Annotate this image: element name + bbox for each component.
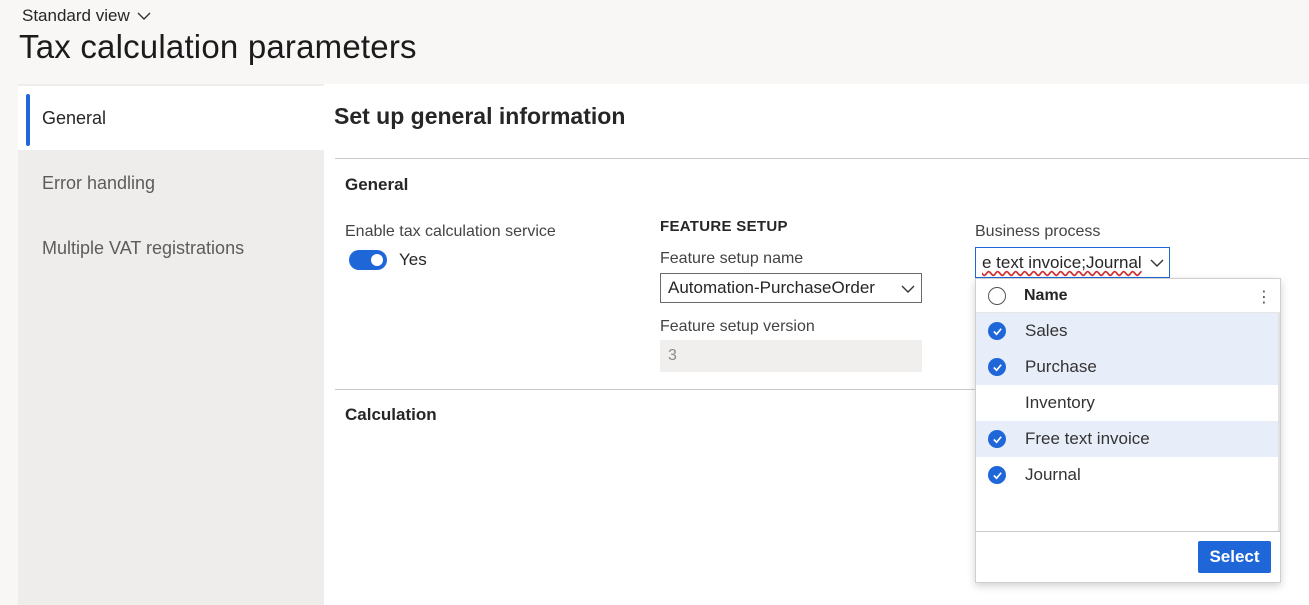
select-button[interactable]: Select (1198, 541, 1271, 573)
enable-service-toggle[interactable] (349, 250, 387, 270)
list-item-purchase[interactable]: Purchase (976, 349, 1280, 385)
feature-setup-name-label: Feature setup name (660, 250, 804, 267)
tab-general[interactable]: General (18, 86, 324, 150)
checkmark-icon[interactable] (988, 466, 1006, 484)
enable-service-toggle-wrap: Yes (349, 250, 427, 270)
select-all-checkbox[interactable] (988, 287, 1006, 305)
tab-error-handling[interactable]: Error handling (18, 152, 324, 214)
list-item-label: Journal (1025, 465, 1081, 484)
page-title: Tax calculation parameters (19, 28, 417, 65)
scrollbar[interactable] (1278, 313, 1280, 531)
business-process-label: Business process (975, 223, 1101, 240)
chevron-down-icon[interactable] (1149, 255, 1165, 271)
chevron-down-icon (137, 12, 151, 20)
toggle-value: Yes (399, 250, 427, 269)
divider (335, 389, 975, 390)
more-options-icon[interactable]: ⋮ (1256, 287, 1272, 307)
list-item-label: Free text invoice (1025, 429, 1150, 448)
list-item-sales[interactable]: Sales (976, 313, 1280, 349)
vertical-tabs: General Error handling Multiple VAT regi… (18, 84, 324, 605)
calculation-group-header[interactable]: Calculation (345, 405, 437, 425)
checkmark-icon[interactable] (988, 430, 1006, 448)
divider (335, 158, 1309, 159)
general-group-header[interactable]: General (345, 175, 408, 195)
feature-setup-heading: FEATURE SETUP (660, 218, 788, 235)
list-item-label: Sales (1025, 321, 1068, 340)
feature-setup-version-label: Feature setup version (660, 318, 815, 335)
checkmark-icon[interactable] (988, 322, 1006, 340)
business-process-value: e text invoice;Journal (982, 252, 1142, 272)
enable-service-label: Enable tax calculation service (345, 223, 556, 240)
name-column-header[interactable]: Name (1024, 287, 1068, 305)
feature-setup-version-field: 3 (660, 340, 922, 372)
tab-label: Error handling (42, 172, 156, 193)
view-selector-label: Standard view (22, 6, 130, 25)
feature-setup-name-select[interactable]: Automation-PurchaseOrder (660, 273, 922, 303)
list-item-label: Purchase (1025, 357, 1097, 376)
chevron-down-icon (901, 285, 915, 293)
divider (976, 531, 1280, 532)
list-item-label: Inventory (1025, 393, 1095, 412)
list-item-inventory[interactable]: Inventory (976, 385, 1280, 421)
dropdown-header: Name ⋮ (976, 279, 1280, 313)
business-process-input[interactable]: e text invoice;Journal (975, 247, 1170, 278)
section-title: Set up general information (334, 103, 626, 129)
list-item-journal[interactable]: Journal (976, 457, 1280, 493)
tab-multiple-vat-registrations[interactable]: Multiple VAT registrations (18, 217, 324, 279)
view-selector[interactable]: Standard view (22, 6, 152, 26)
list-item-free-text-invoice[interactable]: Free text invoice (976, 421, 1280, 457)
tab-label: General (42, 107, 107, 128)
tab-label: Multiple VAT registrations (42, 237, 245, 258)
business-process-dropdown: Name ⋮ Sales Purchase Inventory Free tex… (975, 278, 1281, 583)
checkmark-icon[interactable] (988, 358, 1006, 376)
feature-setup-name-value: Automation-PurchaseOrder (668, 278, 875, 297)
